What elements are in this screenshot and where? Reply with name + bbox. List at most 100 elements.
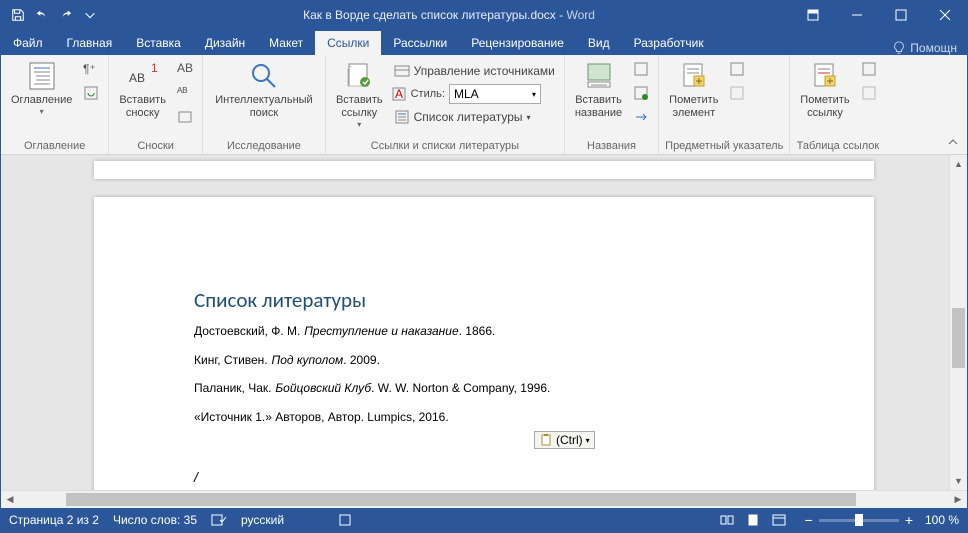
save-icon[interactable]: [7, 4, 29, 26]
svg-text:AB: AB: [129, 71, 145, 85]
tab-insert[interactable]: Вставка: [124, 31, 193, 55]
quick-access-toolbar: [1, 4, 107, 26]
group-citations: Вставить ссылку ▾ Управление источниками…: [326, 55, 565, 154]
chevron-down-icon: ▾: [357, 120, 361, 129]
web-layout-icon[interactable]: [767, 510, 791, 530]
page-indicator[interactable]: Страница 2 из 2: [9, 513, 99, 527]
horizontal-scrollbar[interactable]: ◀ ▶: [1, 490, 967, 508]
chevron-down-icon: ▾: [586, 436, 590, 445]
update-index-icon[interactable]: [726, 82, 748, 104]
footnote-icon: AB 1: [127, 60, 159, 92]
tell-me[interactable]: Помощн: [882, 41, 967, 55]
update-toc-icon[interactable]: [80, 82, 102, 104]
cross-reference-icon[interactable]: [630, 106, 652, 128]
scroll-up-icon[interactable]: ▲: [950, 155, 967, 173]
tab-review[interactable]: Рецензирование: [459, 31, 576, 55]
group-research: Интеллектуальный поиск Исследование: [203, 55, 326, 154]
update-toa-icon[interactable]: [858, 82, 880, 104]
vertical-scrollbar[interactable]: ▲ ▼: [949, 155, 967, 490]
caption-icon: [583, 60, 615, 92]
page: Список литературы Достоевский, Ф. М. Пре…: [94, 197, 874, 490]
read-mode-icon[interactable]: [715, 510, 739, 530]
insert-endnote-icon[interactable]: AB¹: [174, 58, 196, 80]
tab-developer[interactable]: Разработчик: [622, 31, 716, 55]
bibliography-icon: [394, 109, 410, 125]
qat-customize-icon[interactable]: [79, 4, 101, 26]
group-label-toc: Оглавление: [7, 138, 102, 154]
window-controls: [791, 1, 967, 29]
add-text-icon[interactable]: ¶⁺: [80, 58, 102, 80]
mark-entry-button[interactable]: Пометить элемент: [665, 58, 722, 122]
bibliography-button[interactable]: Список литературы ▾: [391, 106, 558, 128]
text-cursor: /: [194, 469, 774, 485]
svg-text:A: A: [395, 87, 403, 101]
tab-layout[interactable]: Макет: [257, 31, 315, 55]
group-toa: Пометить ссылку Таблица ссылок: [790, 55, 885, 154]
toc-button[interactable]: Оглавление ▾: [7, 58, 76, 118]
undo-icon[interactable]: [31, 4, 53, 26]
print-layout-icon[interactable]: [741, 510, 765, 530]
insert-citation-button[interactable]: Вставить ссылку ▾: [332, 58, 387, 131]
citation-style-combo: A Стиль: MLA▾: [391, 83, 558, 105]
group-captions: Вставить название Названия: [565, 55, 659, 154]
insert-caption-button[interactable]: Вставить название: [571, 58, 626, 122]
next-footnote-icon[interactable]: ᴬᴮ: [174, 82, 196, 104]
show-notes-icon[interactable]: [174, 106, 196, 128]
manage-sources-label: Управление источниками: [414, 64, 555, 78]
zoom-level[interactable]: 100 %: [919, 513, 959, 527]
word-count[interactable]: Число слов: 35: [113, 513, 197, 527]
scroll-track[interactable]: [19, 491, 949, 508]
language-indicator[interactable]: русский: [241, 513, 284, 527]
scroll-thumb[interactable]: [952, 308, 965, 368]
collapse-ribbon-icon[interactable]: [945, 134, 961, 150]
citation-icon: [343, 60, 375, 92]
paste-options-tag[interactable]: (Ctrl) ▾: [534, 431, 595, 449]
tab-design[interactable]: Дизайн: [193, 31, 257, 55]
manage-sources-button[interactable]: Управление источниками: [391, 60, 558, 82]
spellcheck-icon[interactable]: [211, 513, 227, 527]
style-select[interactable]: MLA▾: [449, 84, 541, 104]
mark-citation-label: Пометить ссылку: [800, 94, 849, 120]
insert-index-icon[interactable]: [726, 58, 748, 80]
insert-table-figures-icon[interactable]: [630, 58, 652, 80]
insert-toa-icon[interactable]: [858, 58, 880, 80]
zoom-slider[interactable]: [819, 519, 899, 522]
magnifier-icon: [248, 60, 280, 92]
mark-citation-button[interactable]: Пометить ссылку: [796, 58, 853, 122]
zoom-handle[interactable]: [855, 514, 863, 526]
document-area[interactable]: Список литературы Достоевский, Ф. М. Пре…: [1, 155, 967, 490]
redo-icon[interactable]: [55, 4, 77, 26]
minimize-icon[interactable]: [835, 1, 879, 29]
svg-text:1: 1: [151, 61, 158, 75]
scroll-left-icon[interactable]: ◀: [1, 491, 19, 508]
scroll-thumb[interactable]: [66, 493, 857, 506]
insert-citation-label: Вставить ссылку: [336, 94, 383, 120]
tab-home[interactable]: Главная: [55, 31, 125, 55]
zoom-out-icon[interactable]: −: [805, 512, 813, 528]
insert-footnote-button[interactable]: AB1 Вставить сноску: [115, 58, 170, 122]
tab-references[interactable]: Ссылки: [315, 31, 381, 55]
macro-icon[interactable]: [338, 513, 352, 527]
smart-lookup-button[interactable]: Интеллектуальный поиск: [209, 58, 319, 122]
maximize-icon[interactable]: [879, 1, 923, 29]
scroll-track[interactable]: [950, 173, 967, 472]
mark-entry-label: Пометить элемент: [669, 94, 718, 120]
tab-mailings[interactable]: Рассылки: [381, 31, 459, 55]
zoom-in-icon[interactable]: +: [905, 512, 913, 528]
window-title: Как в Ворде сделать список литературы.do…: [107, 8, 791, 22]
update-table-icon[interactable]: [630, 82, 652, 104]
manage-sources-icon: [394, 63, 410, 79]
previous-page-edge: [94, 161, 874, 179]
tab-file[interactable]: Файл: [1, 31, 55, 55]
scroll-down-icon[interactable]: ▼: [950, 472, 967, 490]
ribbon-display-icon[interactable]: [791, 1, 835, 29]
tab-view[interactable]: Вид: [576, 31, 622, 55]
ribbon: Оглавление ▾ ¶⁺ Оглавление AB 1 Вставить …: [1, 55, 967, 155]
close-icon[interactable]: [923, 1, 967, 29]
view-buttons: [715, 510, 791, 530]
tell-me-label: Помощн: [910, 41, 957, 55]
mark-citation-icon: [809, 60, 841, 92]
app-name: Word: [566, 8, 594, 22]
scroll-right-icon[interactable]: ▶: [949, 491, 967, 508]
lightbulb-icon: [892, 41, 906, 55]
